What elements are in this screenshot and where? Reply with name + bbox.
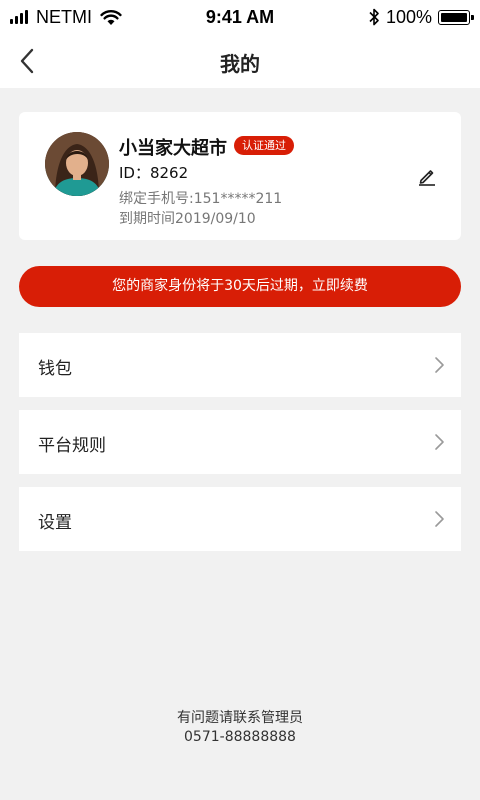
renew-button[interactable]: 您的商家身份将于30天后过期，立即续费 — [19, 266, 461, 307]
shop-name: 小当家大超市 — [119, 138, 227, 159]
pencil-icon[interactable] — [417, 166, 437, 186]
menu-item-wallet[interactable]: 钱包 — [19, 333, 461, 397]
battery-percent: 100% — [385, 6, 432, 27]
page-title: 我的 — [220, 52, 260, 76]
expire-date: 到期时间2019/09/10 — [119, 211, 256, 227]
verified-badge: 认证通过 — [234, 136, 294, 155]
bound-phone: 绑定手机号:151*****211 — [119, 191, 283, 207]
merchant-id: ID：8262 — [119, 164, 189, 182]
bluetooth-icon — [369, 8, 379, 26]
status-bar: NETMI 9:41 AM 100% — [0, 0, 480, 36]
avatar — [45, 132, 109, 196]
menu-item-platform-rules[interactable]: 平台规则 — [19, 410, 461, 474]
menu-item-label: 钱包 — [38, 359, 72, 379]
status-right: 100% — [368, 6, 474, 28]
admin-phone: 0571-88888888 — [184, 729, 296, 745]
chevron-right-icon — [435, 511, 444, 527]
contact-admin-text: 有问题请联系管理员 — [177, 710, 303, 726]
menu-item-label: 平台规则 — [38, 436, 106, 456]
nav-bar: 我的 — [0, 36, 480, 88]
chevron-right-icon — [435, 357, 444, 373]
profile-card: 小当家大超市 认证通过 ID：8262 绑定手机号:151*****211 到期… — [19, 112, 461, 240]
avatar-image — [45, 132, 109, 196]
menu-item-label: 设置 — [38, 513, 72, 533]
battery-icon — [438, 9, 474, 25]
chevron-right-icon — [435, 434, 444, 450]
menu-item-settings[interactable]: 设置 — [19, 487, 461, 551]
